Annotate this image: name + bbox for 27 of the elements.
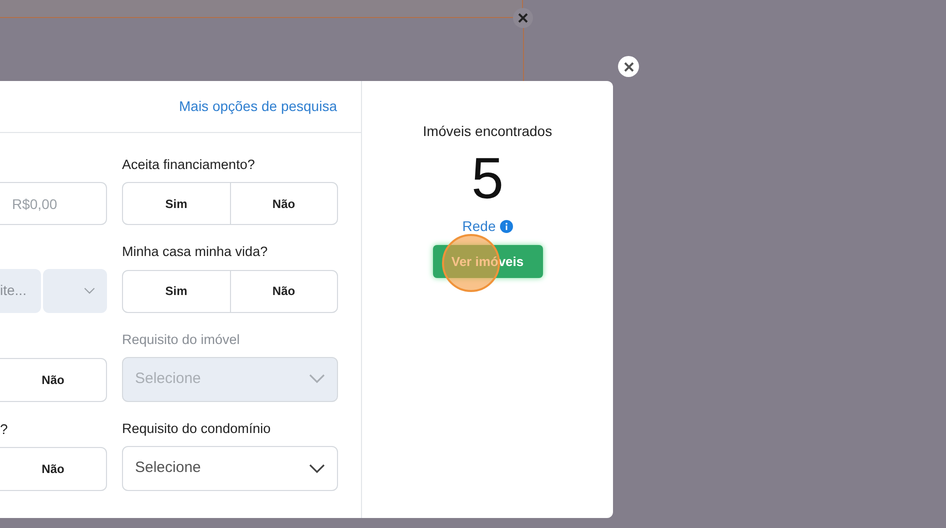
field-label: Requisito do imóvel	[122, 330, 241, 349]
more-options-link[interactable]: Mais opções de pesquisa	[179, 96, 337, 117]
field-label: Requisito do condomínio	[122, 420, 272, 438]
chevron-down-icon	[84, 286, 95, 296]
frame-line	[523, 28, 524, 81]
toggle-option[interactable]: Não	[0, 358, 107, 402]
close-icon	[518, 13, 528, 23]
close-icon	[624, 62, 634, 72]
select-field[interactable]: Selecione	[122, 446, 338, 491]
info-icon[interactable]	[500, 220, 513, 233]
field-label: Aceita financiamento?	[122, 156, 256, 174]
close-button[interactable]	[618, 56, 639, 77]
select-field[interactable]	[43, 268, 107, 312]
results-title: Imóveis encontrados	[422, 122, 552, 141]
source-label: Rede	[462, 217, 496, 236]
chevron-down-icon	[309, 464, 325, 474]
close-button[interactable]	[513, 8, 533, 28]
toggle-option[interactable]: Sim	[123, 183, 230, 224]
results-count: 5	[471, 145, 504, 213]
field-label: ?	[0, 420, 9, 439]
chevron-down-icon	[309, 374, 325, 384]
toggle-option[interactable]: Sim	[123, 270, 230, 312]
toggle-option[interactable]: Não	[230, 183, 337, 224]
price-field[interactable]: R$0,00	[0, 182, 107, 226]
toggle-option[interactable]: Não	[0, 447, 107, 491]
field-label: Minha casa minha vida?	[122, 243, 269, 262]
toggle-option[interactable]: Não	[230, 270, 337, 312]
